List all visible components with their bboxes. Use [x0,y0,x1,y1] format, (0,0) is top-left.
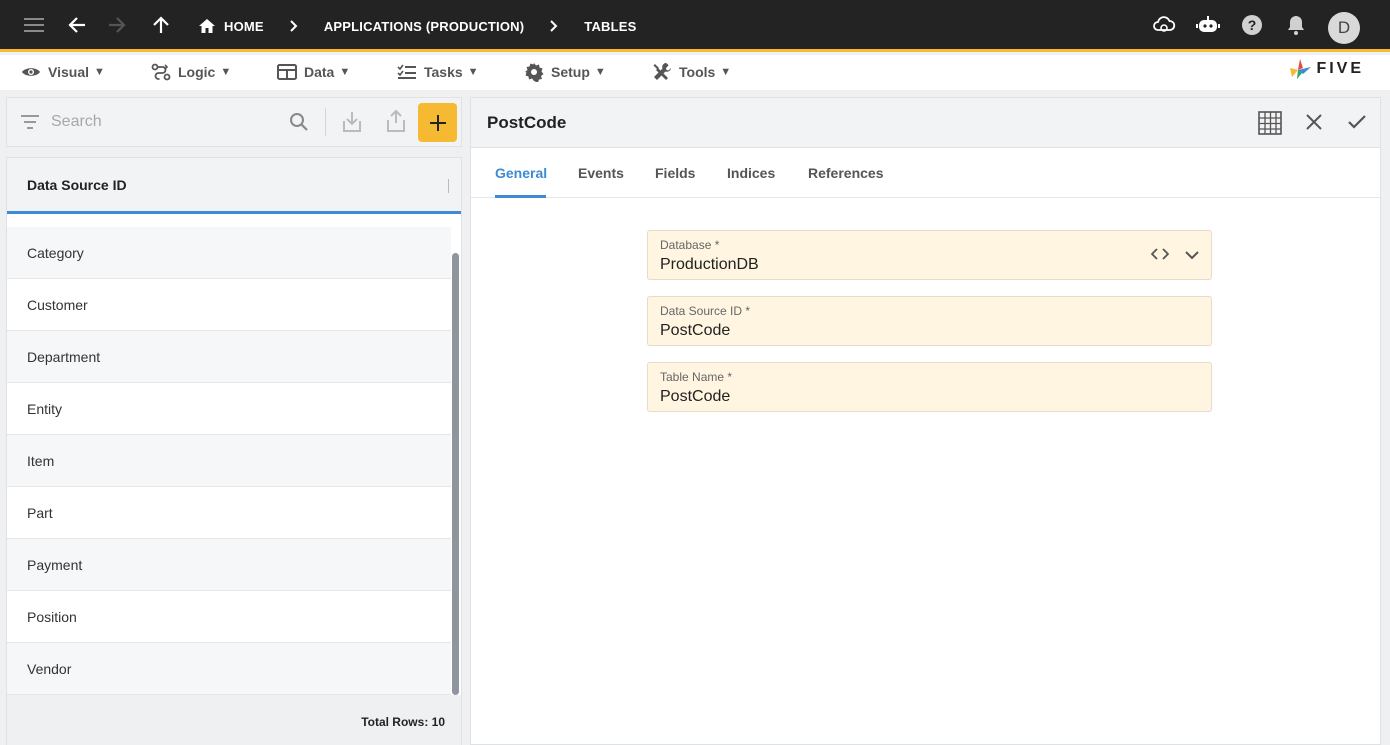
add-record-button[interactable] [418,103,457,142]
active-tab-indicator [495,195,546,198]
list-item[interactable]: Entity [7,383,451,435]
tab-general[interactable]: General [495,165,547,181]
detail-tabs: General Events Fields Indices References [471,148,1380,198]
menu-visual[interactable]: Visual ▼ [21,55,105,88]
database-label: Database * [660,238,720,252]
menu-logic[interactable]: Logic ▼ [151,55,231,88]
detail-header: PostCode [471,98,1380,148]
search-input[interactable]: Search [51,113,102,131]
list-item[interactable]: Department [7,331,451,383]
eye-icon [22,67,40,76]
column-resize-handle[interactable] [448,179,449,193]
list-item[interactable]: Payment [7,539,451,591]
hamburger-menu-icon[interactable] [21,12,47,38]
list-item[interactable]: Vendor [7,643,451,695]
chevron-down-icon[interactable] [1185,247,1199,265]
menu-setup-label: Setup [551,63,590,80]
database-value: ProductionDB [660,256,759,273]
notification-bell-icon[interactable] [1283,12,1309,38]
list-item[interactable]: Item [7,435,451,487]
tasks-icon [397,64,416,79]
total-rows-count: Total Rows: 10 [361,715,445,729]
svg-text:?: ? [1248,17,1257,33]
up-arrow-icon[interactable] [148,12,174,38]
database-field-icons [1150,247,1199,265]
table-icon [277,63,297,80]
breadcrumb-applications[interactable]: APPLICATIONS (PRODUCTION) [324,19,524,34]
table-name-value: PostCode [660,388,731,405]
code-view-icon[interactable] [1150,247,1170,265]
plus-icon [429,114,446,131]
list-item[interactable]: Category [7,227,451,279]
menu-data-label: Data [304,63,335,80]
data-source-list: Data Source ID Category Customer Departm… [6,157,462,745]
data-source-id-value: PostCode [660,322,731,339]
logic-icon [151,63,171,80]
list-scrollbar[interactable] [452,253,459,695]
filter-icon[interactable] [21,115,39,134]
tab-references[interactable]: References [808,165,884,181]
menu-setup[interactable]: Setup ▼ [524,55,606,88]
list-rows: Category Customer Department Entity Item… [7,227,451,695]
caret-down-icon: ▼ [220,65,232,78]
table-name-field[interactable]: Table Name * PostCode [647,362,1212,412]
tab-indices[interactable]: Indices [727,165,775,181]
grid-view-icon[interactable] [1258,111,1282,140]
main-menu-bar: Visual ▼ Logic ▼ Data ▼ Tasks ▼ Setup ▼ Tools… [0,55,1390,90]
breadcrumb-tables[interactable]: TABLES [584,19,636,34]
menu-tools[interactable]: Tools ▼ [652,55,731,88]
export-icon[interactable] [386,109,406,138]
column-header-label: Data Source ID [27,177,127,193]
breadcrumb: HOME APPLICATIONS (PRODUCTION) TABLES [198,0,637,52]
help-icon[interactable]: ? [1239,12,1265,38]
breadcrumb-home-label: HOME [224,18,264,34]
data-source-id-label: Data Source ID * [660,304,751,318]
tab-events[interactable]: Events [578,165,624,181]
five-logo: FIVE [1288,58,1364,80]
chevron-right-icon [544,20,564,32]
user-avatar[interactable]: D [1328,12,1360,44]
back-arrow-icon[interactable] [64,12,90,38]
database-select[interactable]: Database * ProductionDB [647,230,1212,280]
menu-tasks[interactable]: Tasks ▼ [397,55,479,88]
chevron-right-icon [284,20,304,32]
close-icon[interactable] [1306,114,1322,135]
menu-tasks-label: Tasks [424,63,463,80]
list-item[interactable]: Customer [7,279,451,331]
caret-down-icon: ▼ [94,65,105,78]
five-logo-text: FIVE [1316,60,1364,77]
cloud-deploy-icon[interactable] [1151,12,1177,38]
menu-data[interactable]: Data ▼ [277,55,350,88]
table-name-label: Table Name * [660,370,733,384]
chat-bot-icon[interactable] [1195,12,1221,38]
data-source-id-field[interactable]: Data Source ID * PostCode [647,296,1212,346]
forward-arrow-icon[interactable] [104,12,130,38]
list-toolbar: Search [6,97,462,147]
menu-logic-label: Logic [178,63,216,80]
list-footer: Total Rows: 10 [7,695,461,745]
toolbar-divider [325,108,326,136]
save-check-icon[interactable] [1348,114,1366,135]
record-detail-panel: PostCode General Events Fields Indices R… [470,97,1381,745]
breadcrumb-home[interactable]: HOME [198,18,264,34]
list-column-header[interactable]: Data Source ID [7,158,461,214]
import-icon[interactable] [342,111,362,138]
menu-tools-label: Tools [679,63,716,80]
home-icon [199,19,215,33]
tools-icon [653,62,671,80]
page-title: PostCode [487,113,567,132]
search-icon[interactable] [289,112,309,137]
list-item[interactable]: Part [7,487,451,539]
caret-down-icon: ▼ [594,65,606,78]
gear-icon [525,62,544,82]
app-top-bar: HOME APPLICATIONS (PRODUCTION) TABLES ? … [0,0,1390,52]
caret-down-icon: ▼ [720,65,732,78]
caret-down-icon: ▼ [339,65,351,78]
tab-fields[interactable]: Fields [655,165,695,181]
menu-visual-label: Visual [48,63,89,80]
list-item[interactable]: Position [7,591,451,643]
caret-down-icon: ▼ [467,65,479,78]
five-logo-icon [1290,59,1312,79]
